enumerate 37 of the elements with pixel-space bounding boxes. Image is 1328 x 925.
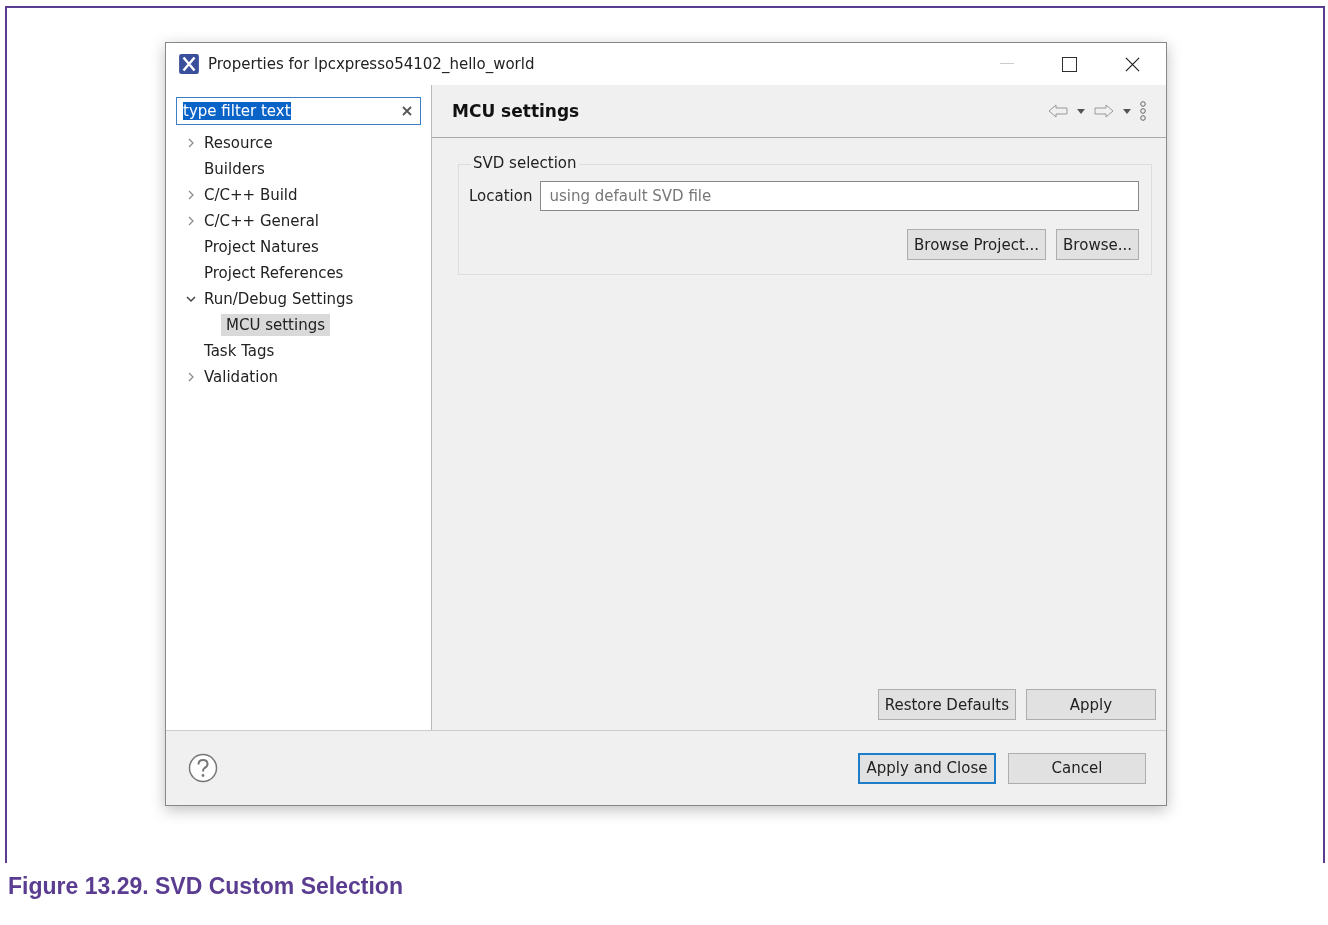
figure-caption: Figure 13.29. SVD Custom Selection: [7, 873, 404, 900]
app-logo-icon: [178, 53, 200, 75]
tree-item[interactable]: C/C++ Build: [199, 184, 303, 206]
tree-item[interactable]: Validation: [199, 366, 284, 388]
close-icon[interactable]: [1125, 56, 1140, 72]
location-field[interactable]: using default SVD file: [540, 181, 1139, 211]
dialog-button[interactable]: Apply and Close: [858, 752, 996, 784]
browse-button[interactable]: Browse Project...: [907, 229, 1047, 260]
page-title: MCU settings: [452, 101, 580, 121]
dialog-button[interactable]: Cancel: [1008, 752, 1146, 784]
filter-field[interactable]: type filter text: [176, 97, 421, 125]
browse-button[interactable]: Browse...: [1056, 229, 1139, 260]
tree-item[interactable]: Resource: [199, 132, 278, 154]
window-title: Properties for lpcxpresso54102_hello_world: [208, 55, 535, 73]
help-icon[interactable]: [188, 753, 218, 783]
tree-item[interactable]: Project References: [199, 262, 349, 284]
page-button[interactable]: Restore Defaults: [877, 689, 1016, 720]
chevron-right-icon[interactable]: [186, 216, 196, 226]
chevron-right-icon[interactable]: [186, 372, 196, 382]
more-options-icon[interactable]: [1140, 101, 1146, 121]
chevron-down-icon[interactable]: [186, 294, 196, 304]
tree-item[interactable]: Builders: [199, 158, 270, 180]
tree-item[interactable]: Project Natures: [199, 236, 324, 258]
tree-item[interactable]: MCU settings: [221, 314, 330, 336]
dropdown-caret-icon[interactable]: [1123, 108, 1131, 114]
chevron-right-icon[interactable]: [186, 138, 196, 148]
dropdown-caret-icon[interactable]: [1077, 108, 1085, 114]
clear-icon[interactable]: [402, 106, 412, 116]
back-arrow-icon[interactable]: [1048, 103, 1068, 119]
location-label: Location: [469, 187, 533, 205]
tree-item[interactable]: Run/Debug Settings: [199, 288, 359, 310]
maximize-icon[interactable]: [1062, 56, 1077, 72]
tree-item[interactable]: Task Tags: [199, 340, 280, 362]
tree-item[interactable]: C/C++ General: [199, 210, 325, 232]
forward-arrow-icon[interactable]: [1094, 103, 1114, 119]
chevron-right-icon[interactable]: [186, 190, 196, 200]
page-button[interactable]: Apply: [1026, 689, 1156, 720]
